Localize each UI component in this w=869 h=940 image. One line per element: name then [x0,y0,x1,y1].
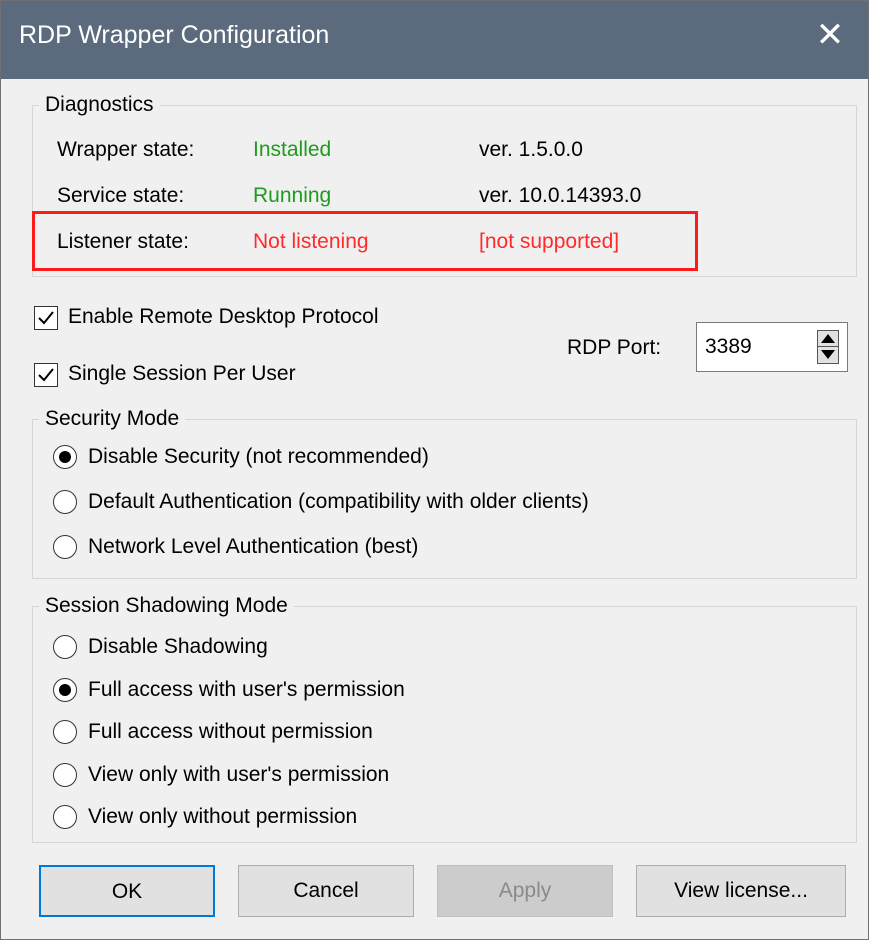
default-auth-label[interactable]: Default Authentication (compatibility wi… [88,490,589,514]
service-version: ver. 10.0.14393.0 [479,184,642,207]
enable-rdp-label[interactable]: Enable Remote Desktop Protocol [68,305,379,329]
apply-button[interactable]: Apply [437,865,613,917]
rdp-port-input[interactable]: 3389 [696,322,848,372]
radio-selected-dot [59,451,71,463]
disable-shadowing-radio[interactable] [53,635,77,659]
close-icon[interactable]: ✕ [810,15,850,55]
view-only-permission-label[interactable]: View only with user's permission [88,763,389,787]
spinner-divider [818,346,838,347]
radio-selected-dot [59,684,71,696]
security-mode-legend: Security Mode [39,407,186,431]
checkmark-icon [38,311,54,325]
service-state-label: Service state: [57,184,185,207]
rdp-port-value: 3389 [705,335,752,358]
spin-up-icon[interactable] [821,334,835,343]
view-only-no-permission-radio[interactable] [53,805,77,829]
wrapper-state-label: Wrapper state: [57,138,195,161]
service-state-value: Running [253,184,332,207]
title-bar: RDP Wrapper Configuration ✕ [1,1,868,79]
shadowing-mode-legend: Session Shadowing Mode [39,594,294,618]
listener-state-label: Listener state: [57,230,189,253]
cancel-button[interactable]: Cancel [238,865,414,917]
view-only-permission-radio[interactable] [53,763,77,787]
full-access-permission-radio[interactable] [53,678,77,702]
ok-button[interactable]: OK [39,865,215,917]
default-auth-radio[interactable] [53,490,77,514]
listener-support-status: [not supported] [479,230,620,253]
view-only-no-permission-label[interactable]: View only without permission [88,805,357,829]
listener-state-value: Not listening [253,230,369,253]
single-session-checkbox[interactable] [34,363,58,387]
disable-security-label[interactable]: Disable Security (not recommended) [88,445,429,469]
checkmark-icon [38,368,54,382]
window-title: RDP Wrapper Configuration [19,21,330,49]
port-spinner[interactable] [817,330,839,364]
wrapper-state-value: Installed [253,138,332,161]
diagnostics-legend: Diagnostics [39,93,160,117]
dialog-window: RDP Wrapper Configuration ✕ Diagnostics … [0,0,869,940]
wrapper-version: ver. 1.5.0.0 [479,138,583,161]
disable-security-radio[interactable] [53,445,77,469]
nla-label[interactable]: Network Level Authentication (best) [88,535,418,559]
full-access-no-permission-label[interactable]: Full access without permission [88,720,373,744]
full-access-no-permission-radio[interactable] [53,720,77,744]
view-license-button[interactable]: View license... [636,865,846,917]
rdp-port-label: RDP Port: [567,336,662,359]
enable-rdp-checkbox[interactable] [34,306,58,330]
full-access-permission-label[interactable]: Full access with user's permission [88,678,405,702]
nla-radio[interactable] [53,535,77,559]
spin-down-icon[interactable] [821,350,835,359]
disable-shadowing-label[interactable]: Disable Shadowing [88,635,268,659]
single-session-label[interactable]: Single Session Per User [68,362,296,386]
